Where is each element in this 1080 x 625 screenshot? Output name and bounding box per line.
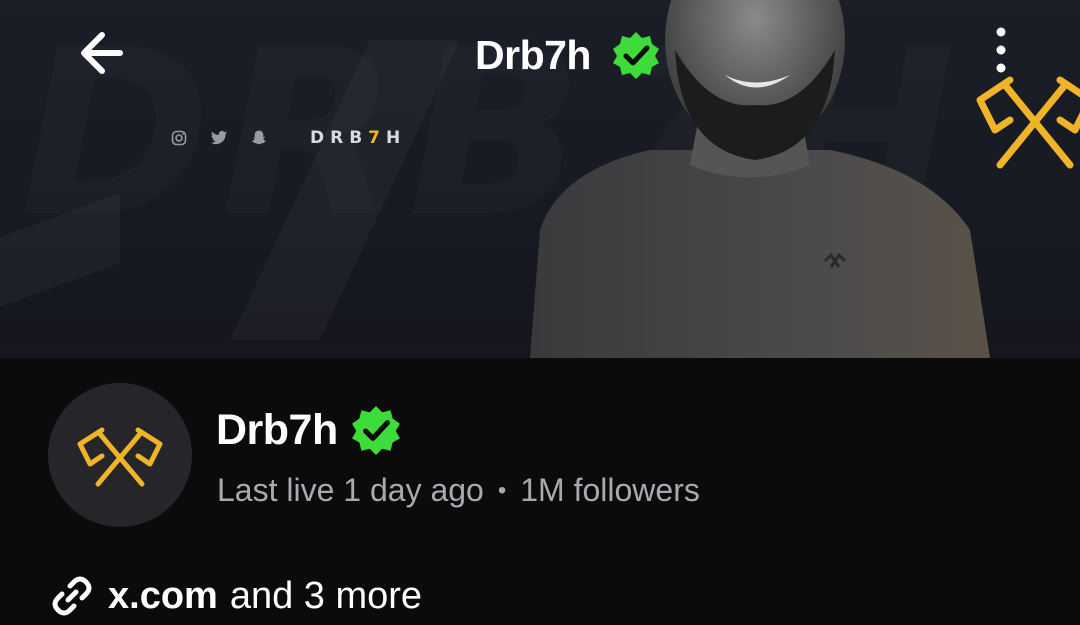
last-live-text: Last live 1 day ago <box>217 472 484 508</box>
snapchat-icon <box>250 129 268 147</box>
channel-meta: Last live 1 day ago • 1M followers <box>217 472 700 509</box>
back-button[interactable] <box>72 26 132 80</box>
meta-separator: • <box>497 476 507 504</box>
verified-check-icon <box>612 32 659 79</box>
verified-check-icon <box>351 406 400 455</box>
header-title-group: Drb7h <box>475 30 661 80</box>
followers-count[interactable]: 1M followers <box>520 472 700 509</box>
more-links[interactable]: and 3 more <box>230 575 422 618</box>
channel-name: Drb7h <box>216 405 338 454</box>
primary-link[interactable]: x.com <box>108 575 218 618</box>
page-title: Drb7h <box>475 31 591 78</box>
brand-logo-icon <box>77 427 163 487</box>
more-vertical-icon <box>996 27 1006 73</box>
avatar[interactable] <box>48 383 192 527</box>
channel-links: x.com and 3 more <box>48 572 422 620</box>
banner-socials: DRB7H <box>170 128 406 148</box>
link-icon <box>52 576 92 616</box>
brand-logo-icon <box>976 76 1080 169</box>
channel-name-group: Drb7h <box>216 404 402 456</box>
twitter-icon <box>210 129 228 147</box>
instagram-icon <box>170 129 188 147</box>
arrow-left-icon <box>81 32 123 74</box>
banner-brand-text: DRB7H <box>310 128 407 148</box>
more-options-button[interactable] <box>986 26 1016 80</box>
